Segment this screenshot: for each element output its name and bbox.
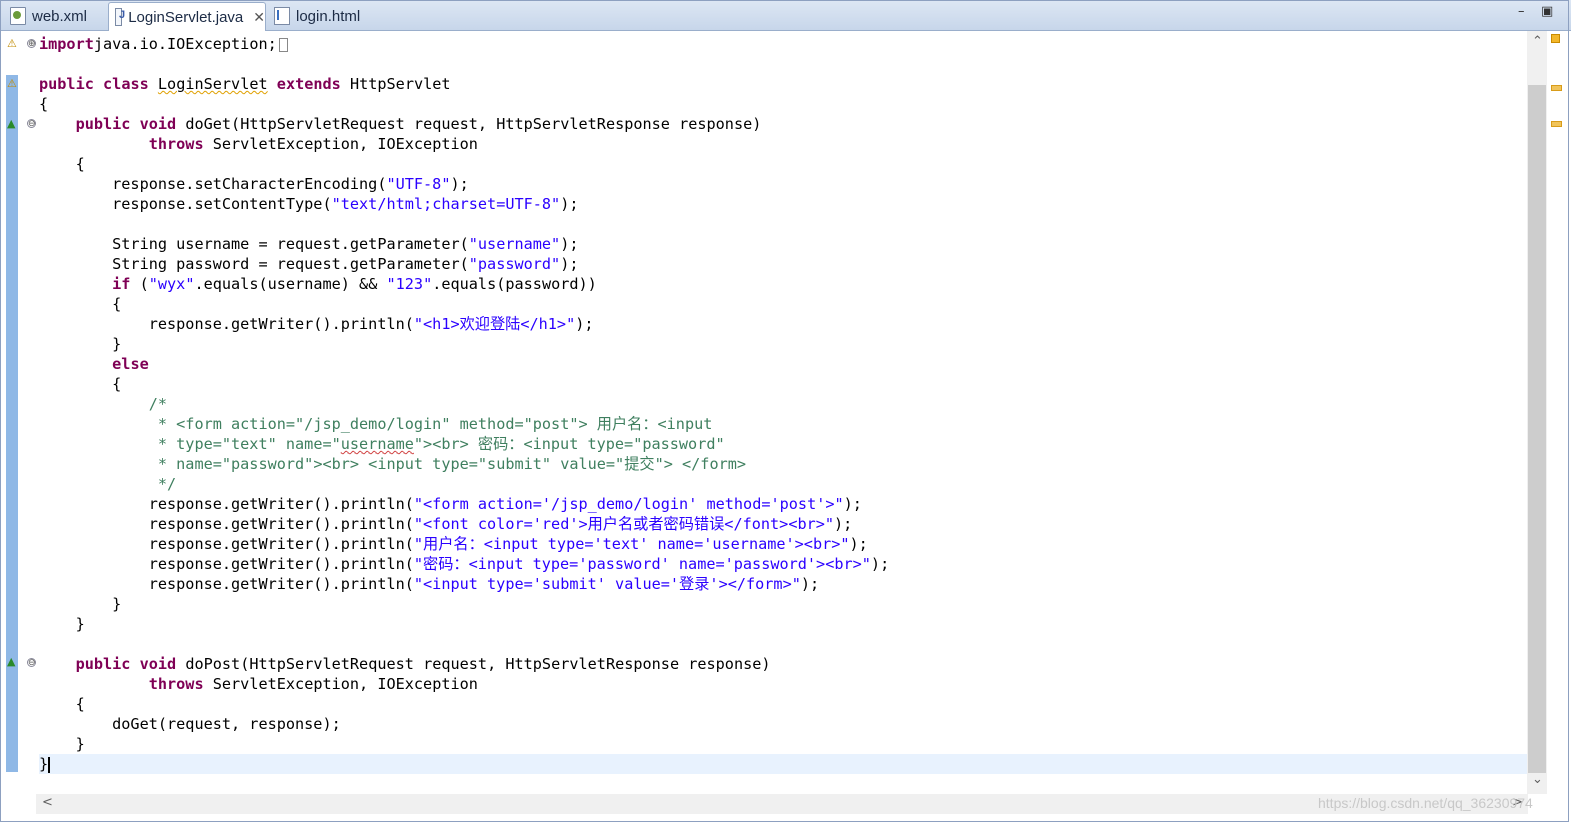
editor-frame [0, 0, 1569, 822]
